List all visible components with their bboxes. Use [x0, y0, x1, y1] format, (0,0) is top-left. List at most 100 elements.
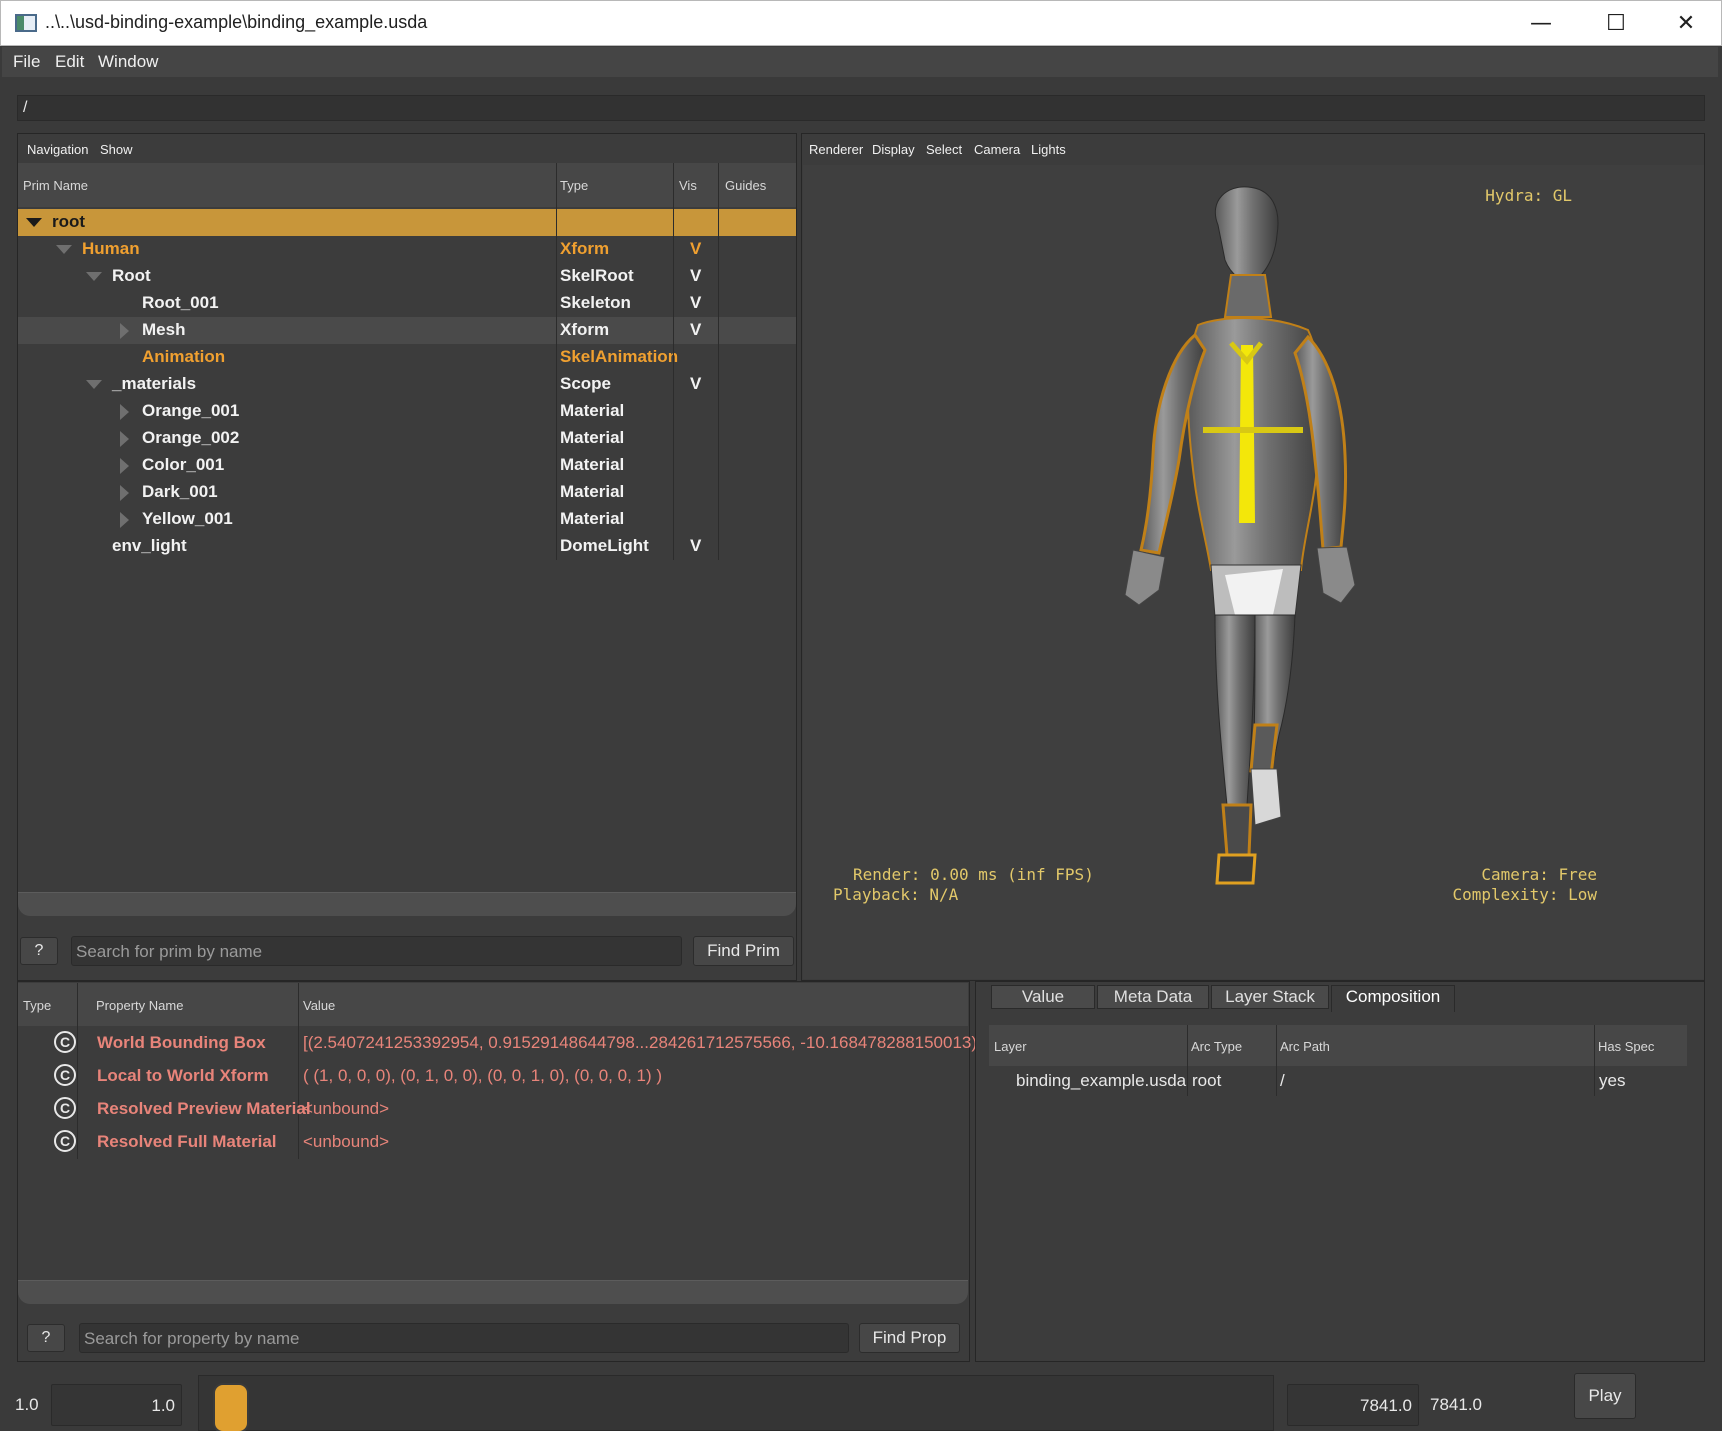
prim-row-root-001[interactable]: Root_001 Skeleton V	[18, 290, 796, 317]
prim-col-divider	[673, 163, 674, 560]
property-value: <unbound>	[303, 1132, 390, 1151]
property-value: ( (1, 0, 0, 0), (0, 1, 0, 0), (0, 0, 1, …	[303, 1066, 663, 1085]
collapse-arrow-icon[interactable]	[86, 272, 102, 281]
column-arc-type[interactable]: Arc Type	[1191, 1039, 1242, 1054]
start-frame-label: 1.0	[15, 1395, 39, 1414]
find-prop-button[interactable]: Find Prop	[859, 1323, 960, 1353]
comp-arc-type: root	[1192, 1071, 1222, 1090]
property-name: Local to World Xform	[97, 1066, 269, 1085]
expand-arrow-icon[interactable]	[120, 404, 129, 420]
column-prim-name[interactable]: Prim Name	[23, 178, 88, 193]
camera-menu[interactable]: Camera	[974, 142, 1020, 157]
prim-type: Material	[560, 428, 625, 447]
computed-property-icon: C	[54, 1031, 76, 1053]
prim-row-yellow-001[interactable]: Yellow_001 Material	[18, 506, 796, 533]
prim-row-animation[interactable]: Animation SkelAnimation	[18, 344, 796, 371]
property-row[interactable]: C World Bounding Box [(2.5407241253392954,…	[18, 1028, 982, 1058]
column-layer[interactable]: Layer	[994, 1039, 1027, 1054]
start-frame-field[interactable]: 1.0	[51, 1384, 182, 1426]
prim-name: root	[52, 212, 86, 231]
prim-row-root[interactable]: Root SkelRoot V	[18, 263, 796, 290]
start-frame-value: 1.0	[151, 1396, 175, 1415]
property-row[interactable]: C Resolved Preview Material <unbound>	[18, 1094, 968, 1124]
prim-row-orange-002[interactable]: Orange_002 Material	[18, 425, 796, 452]
minimize-button[interactable]: —	[1506, 1, 1576, 45]
tab-composition[interactable]: Composition	[1331, 985, 1455, 1012]
navigation-menu[interactable]: Navigation	[27, 142, 88, 157]
prim-row-materials[interactable]: _materials Scope V	[18, 371, 796, 398]
prim-name: Orange_001	[142, 401, 240, 420]
inspector-tabs: Value Meta Data Layer Stack Composition	[977, 985, 1703, 1012]
prim-type: SkelRoot	[560, 266, 634, 285]
menu-bar: File Edit Window	[2, 47, 1718, 77]
prim-row-color-001[interactable]: Color_001 Material	[18, 452, 796, 479]
property-scrollbar[interactable]	[18, 1280, 968, 1304]
menu-file[interactable]: File	[13, 52, 40, 72]
select-menu[interactable]: Select	[926, 142, 962, 157]
computed-property-icon: C	[54, 1097, 76, 1119]
prim-visibility-toggle[interactable]: V	[690, 266, 701, 286]
column-prop-type[interactable]: Type	[23, 998, 51, 1013]
expand-arrow-icon[interactable]	[120, 458, 129, 474]
prim-visibility-toggle[interactable]: V	[690, 239, 701, 259]
composition-row[interactable]: binding_example.usda root / yes	[989, 1066, 1687, 1096]
collapse-arrow-icon[interactable]	[56, 245, 72, 254]
end-frame-field[interactable]: 7841.0	[1287, 1384, 1419, 1426]
prim-visibility-toggle[interactable]: V	[690, 374, 701, 394]
prim-search-input[interactable]: Search for prim by name	[71, 936, 682, 966]
tab-value[interactable]: Value	[991, 985, 1095, 1009]
property-search-input[interactable]: Search for property by name	[79, 1323, 849, 1353]
prim-row-orange-001[interactable]: Orange_001 Material	[18, 398, 796, 425]
column-type[interactable]: Type	[560, 178, 588, 193]
prim-row-dark-001[interactable]: Dark_001 Material	[18, 479, 796, 506]
prim-col-divider	[718, 163, 719, 560]
prim-visibility-toggle[interactable]: V	[690, 536, 701, 556]
renderer-menu[interactable]: Renderer	[809, 142, 863, 157]
window-title: ..\..\usd-binding-example\binding_exampl…	[45, 12, 428, 32]
display-menu[interactable]: Display	[872, 142, 915, 157]
play-button[interactable]: Play	[1574, 1373, 1636, 1419]
prim-visibility-toggle[interactable]: V	[690, 293, 701, 313]
computed-property-icon: C	[54, 1064, 76, 1086]
prim-tree-header: Prim Name Type Vis Guides	[18, 163, 796, 207]
column-prop-value[interactable]: Value	[303, 998, 335, 1013]
3d-viewport[interactable]: Hydra: GL Render: 0.00 ms (inf FPS) Play…	[803, 165, 1704, 979]
column-prop-name[interactable]: Property Name	[96, 998, 183, 1013]
column-vis[interactable]: Vis	[679, 178, 697, 193]
prim-name: Yellow_001	[142, 509, 233, 528]
prim-row-root[interactable]: root	[18, 209, 796, 236]
close-button[interactable]: ✕	[1651, 1, 1721, 45]
expand-arrow-icon[interactable]	[120, 485, 129, 501]
expand-arrow-icon[interactable]	[120, 323, 129, 339]
show-menu[interactable]: Show	[100, 142, 133, 157]
menu-edit[interactable]: Edit	[55, 52, 84, 72]
collapse-arrow-icon[interactable]	[26, 218, 42, 227]
frame-slider-handle[interactable]	[213, 1383, 249, 1431]
prim-row-human[interactable]: Human Xform V	[18, 236, 796, 263]
expand-arrow-icon[interactable]	[120, 512, 129, 528]
lights-menu[interactable]: Lights	[1031, 142, 1066, 157]
frame-slider-track[interactable]	[198, 1375, 1274, 1431]
menu-window[interactable]: Window	[98, 52, 158, 72]
prim-tree-scrollbar[interactable]	[18, 892, 796, 916]
property-help-button[interactable]: ?	[27, 1324, 65, 1352]
property-row[interactable]: C Local to World Xform ( (1, 0, 0, 0), (0,…	[18, 1061, 968, 1091]
maximize-button[interactable]: ☐	[1581, 1, 1651, 45]
tab-layer-stack[interactable]: Layer Stack	[1211, 985, 1329, 1009]
column-arc-path[interactable]: Arc Path	[1280, 1039, 1330, 1054]
viewport-toolbar: Renderer Display Select Camera Lights	[802, 134, 1704, 164]
column-guides[interactable]: Guides	[725, 178, 766, 193]
find-prim-button[interactable]: Find Prim	[693, 936, 794, 966]
tab-meta-data[interactable]: Meta Data	[1097, 985, 1209, 1009]
prim-type: Material	[560, 401, 625, 420]
collapse-arrow-icon[interactable]	[86, 380, 102, 389]
prim-path-field[interactable]: /	[17, 95, 1705, 121]
column-has-spec[interactable]: Has Spec	[1598, 1039, 1654, 1054]
prim-row-mesh[interactable]: Mesh Xform V	[18, 317, 796, 344]
prim-help-button[interactable]: ?	[20, 937, 58, 965]
property-row[interactable]: C Resolved Full Material <unbound>	[18, 1127, 968, 1157]
prim-row-env-light[interactable]: env_light DomeLight V	[18, 533, 796, 560]
prim-visibility-toggle[interactable]: V	[690, 320, 701, 340]
comp-has-spec: yes	[1599, 1071, 1626, 1090]
expand-arrow-icon[interactable]	[120, 431, 129, 447]
